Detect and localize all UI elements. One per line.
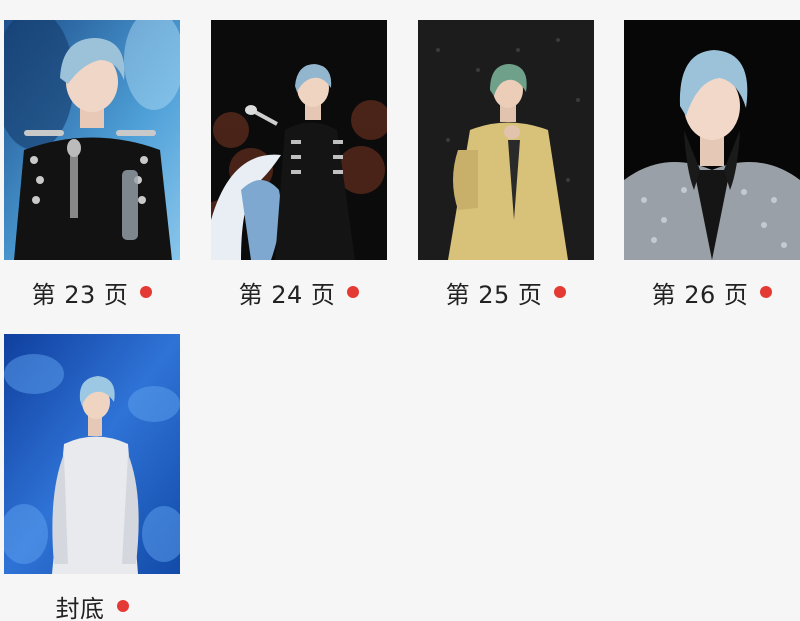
red-dot-icon (116, 600, 129, 612)
red-dot-icon (554, 286, 567, 298)
page-thumbnail-26[interactable] (624, 20, 800, 260)
page-caption-23: 第 23 页 (4, 277, 180, 309)
page-thumbnail-24[interactable] (211, 20, 387, 260)
red-dot-icon (140, 286, 153, 298)
page-label: 第 24 页 (238, 280, 336, 309)
red-dot-icon (760, 286, 773, 298)
page-caption-26: 第 26 页 (624, 277, 800, 309)
page-card-26[interactable]: 第 26 页 (624, 20, 800, 309)
red-dot-icon (347, 286, 360, 298)
page-card-23[interactable]: 第 23 页 (4, 20, 180, 309)
page-caption-back-cover: 封底 (4, 591, 180, 621)
performer-photo-back-cover (4, 334, 180, 574)
page-thumbnail-25[interactable] (418, 20, 594, 260)
page-label: 第 25 页 (445, 280, 543, 309)
performer-photo-23 (4, 20, 180, 260)
page-card-back-cover[interactable]: 封底 (4, 334, 180, 621)
performer-photo-25 (418, 20, 594, 260)
page-caption-24: 第 24 页 (211, 277, 387, 309)
page-label: 封底 (55, 594, 105, 621)
page-thumbnail-23[interactable] (4, 20, 180, 260)
performer-photo-26 (624, 20, 800, 260)
performer-photo-24 (211, 20, 387, 260)
page-label: 第 23 页 (31, 280, 129, 309)
page-caption-25: 第 25 页 (418, 277, 594, 309)
page-label: 第 26 页 (651, 280, 749, 309)
page-thumbnail-back-cover[interactable] (4, 334, 180, 574)
page-card-25[interactable]: 第 25 页 (418, 20, 594, 309)
page-thumbnail-grid: 第 23 页 第 24 页 第 25 页 第 26 页 封底 (0, 0, 800, 621)
page-card-24[interactable]: 第 24 页 (211, 20, 387, 309)
